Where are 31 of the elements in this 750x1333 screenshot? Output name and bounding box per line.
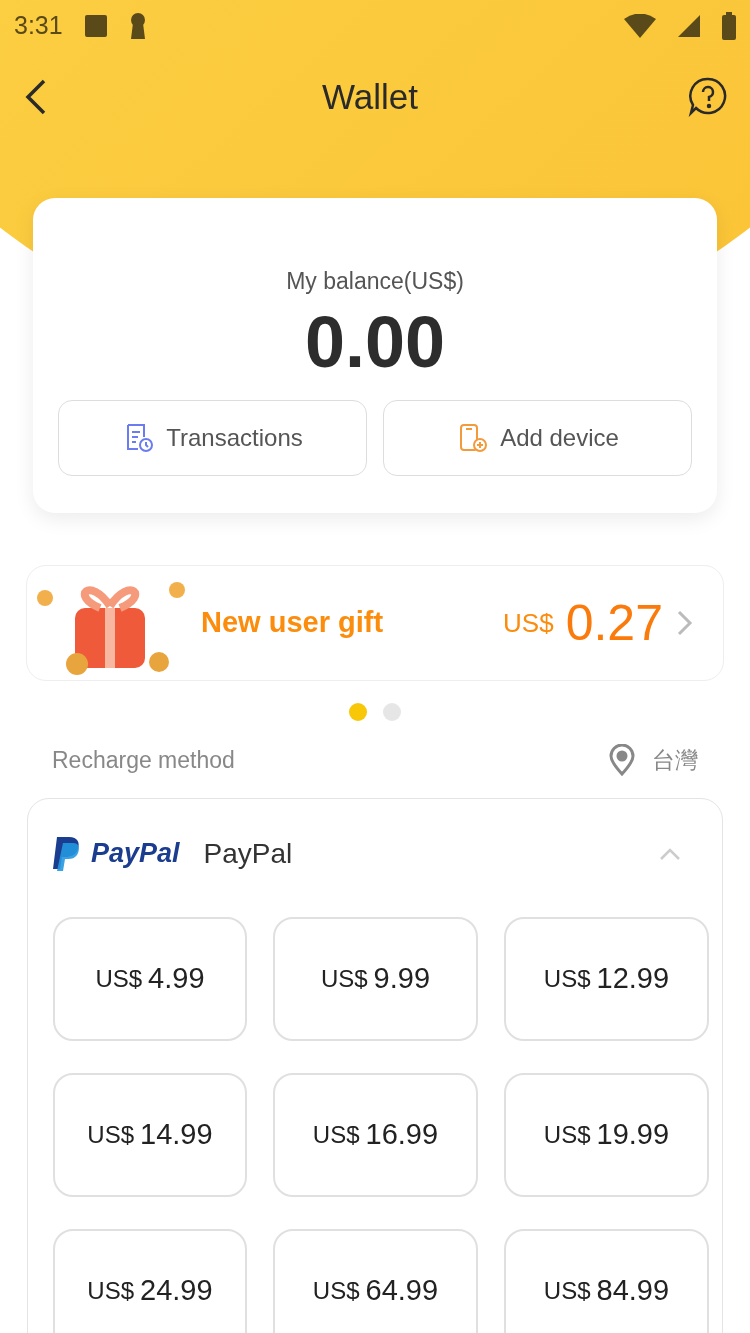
gift-currency: US$	[503, 606, 554, 640]
battery-icon	[722, 12, 736, 40]
gift-amount: 0.27	[565, 593, 663, 653]
balance-label: My balance(US$)	[286, 267, 464, 296]
amount-option[interactable]: US$ 12.99	[504, 916, 709, 1041]
transactions-button[interactable]: Transactions	[58, 399, 367, 476]
location-pin-icon	[608, 744, 636, 777]
status-time: 3:31	[14, 10, 63, 42]
amount-option[interactable]: US$ 64.99	[273, 1228, 478, 1333]
help-icon[interactable]	[688, 77, 728, 117]
section-title: Recharge method	[52, 746, 235, 775]
amount-option[interactable]: US$ 19.99	[504, 1072, 709, 1197]
method-name: PayPal	[203, 836, 293, 871]
chevron-up-icon[interactable]	[659, 846, 681, 861]
amount-option[interactable]: US$ 24.99	[53, 1228, 247, 1333]
amount-option[interactable]: US$ 16.99	[273, 1072, 478, 1197]
signal-icon	[678, 15, 700, 37]
amount-option[interactable]: US$ 84.99	[504, 1228, 709, 1333]
balance-amount: 0.00	[304, 302, 446, 382]
paypal-logo-icon	[53, 836, 81, 871]
wifi-icon	[624, 14, 656, 38]
amount-option[interactable]: US$ 14.99	[53, 1072, 247, 1197]
keyhole-icon	[128, 13, 147, 39]
chevron-right-icon	[677, 610, 693, 636]
add-device-button[interactable]: Add device	[383, 399, 692, 476]
paypal-logo-text: PayPal	[91, 837, 180, 871]
amount-option[interactable]: US$ 9.99	[273, 916, 478, 1041]
region-label[interactable]: 台灣	[652, 743, 698, 778]
amount-option[interactable]: US$ 4.99	[53, 916, 247, 1041]
gift-title: New user gift	[201, 605, 384, 641]
page-title: Wallet	[322, 75, 418, 118]
